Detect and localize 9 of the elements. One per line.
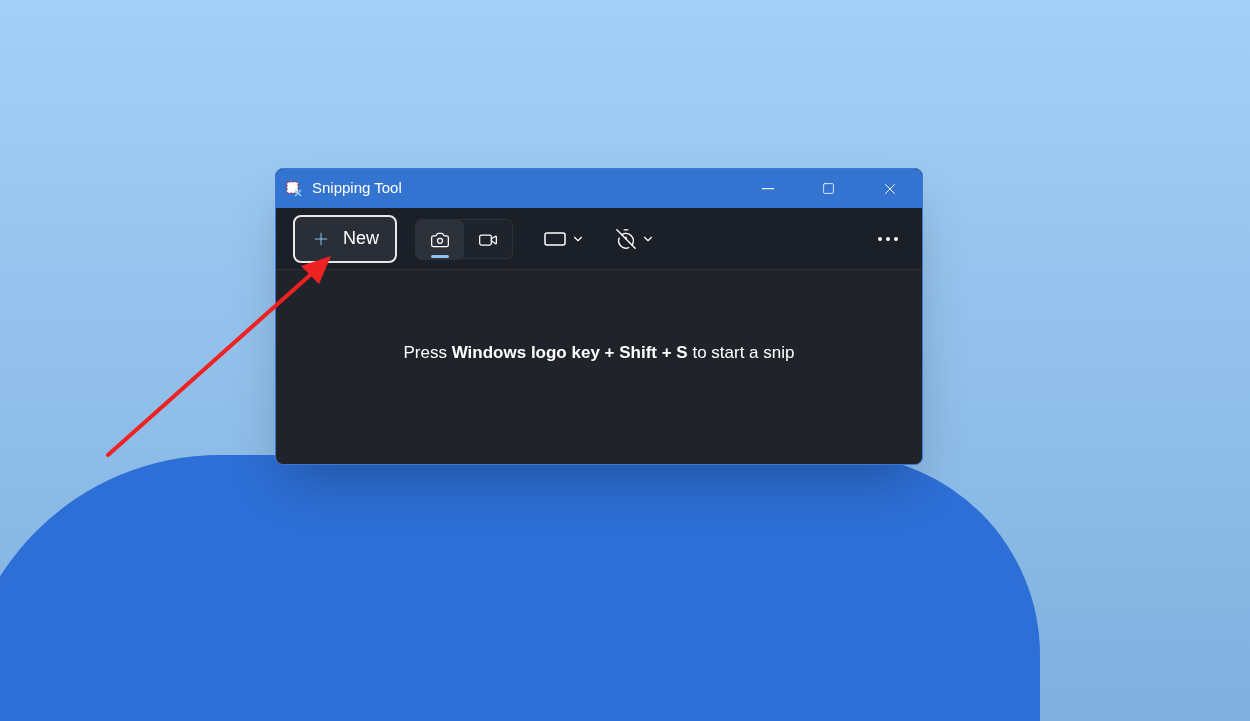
window-title: Snipping Tool <box>312 178 402 199</box>
minimize-icon <box>762 187 774 190</box>
hint-text: Press Windows logo key + Shift + S to start a snip <box>403 342 795 364</box>
timer-off-icon <box>615 227 637 250</box>
maximize-icon <box>821 182 835 195</box>
new-button[interactable]: New <box>293 214 397 263</box>
app-icon <box>286 180 302 197</box>
more-icon <box>878 236 898 241</box>
camera-mode-button[interactable] <box>416 219 464 260</box>
